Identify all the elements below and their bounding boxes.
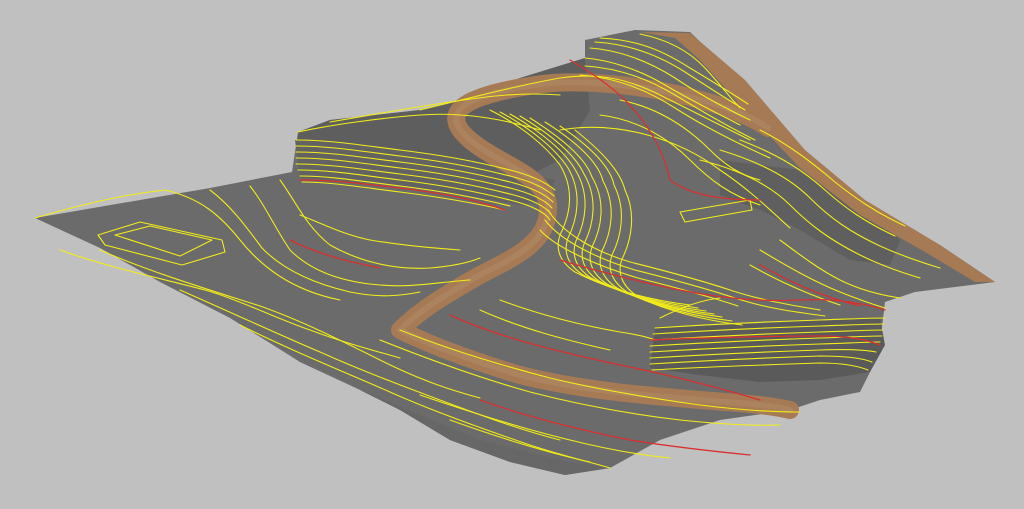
- terrain-model[interactable]: [0, 0, 1024, 509]
- 3d-terrain-viewport[interactable]: [0, 0, 1024, 509]
